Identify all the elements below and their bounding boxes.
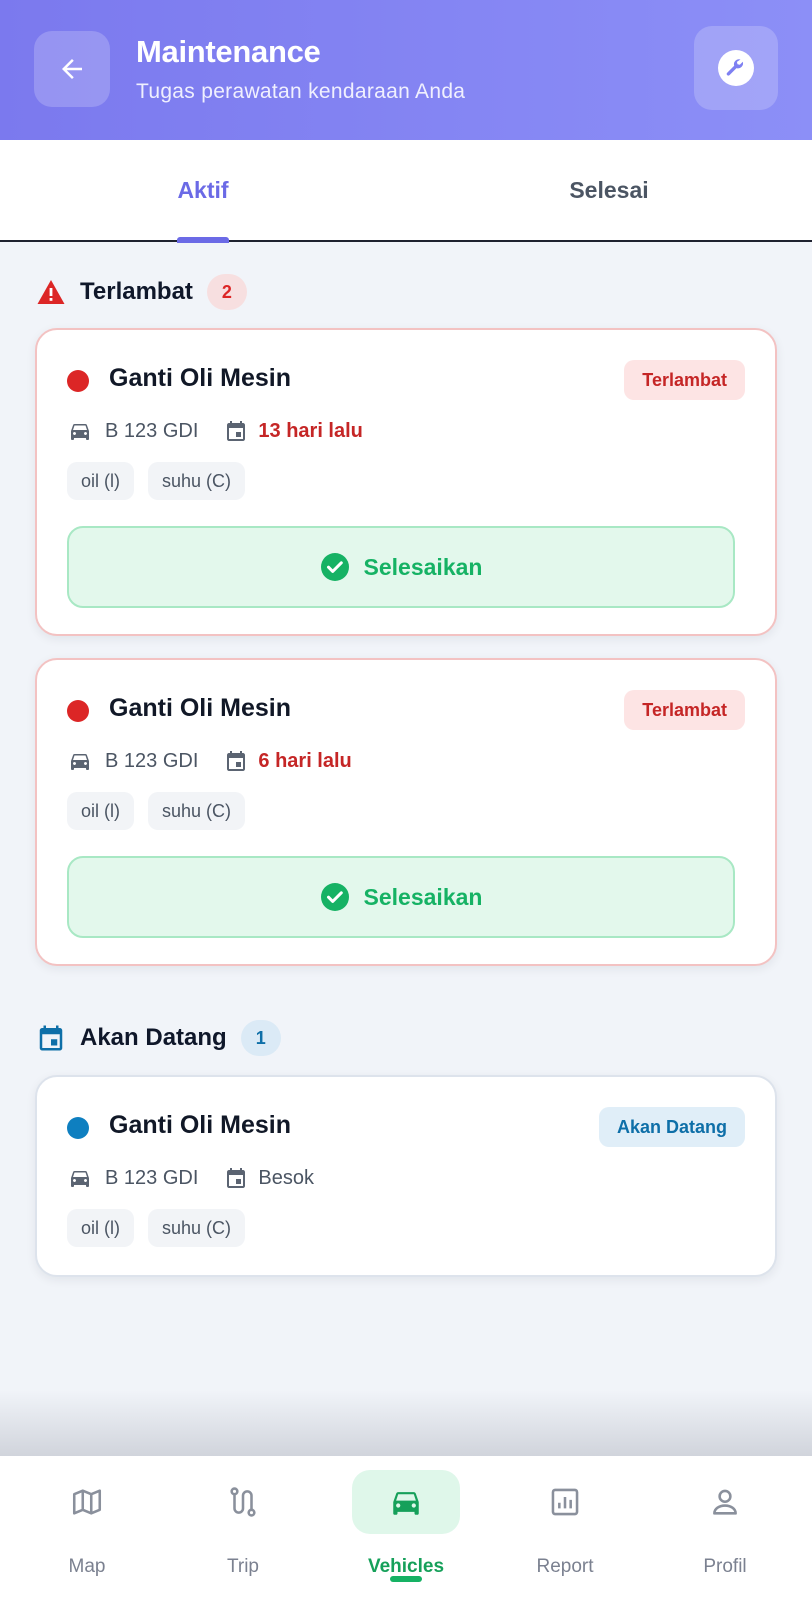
due-text: 6 hari lalu <box>258 749 352 772</box>
warning-icon <box>37 280 65 304</box>
nav-item-report[interactable]: Report <box>484 1456 646 1600</box>
task-title: Ganti Oli Mesin <box>109 694 291 722</box>
section-title: Akan Datang <box>80 1024 227 1051</box>
car-icon <box>67 419 93 443</box>
tab-selesai[interactable]: Selesai <box>406 140 812 240</box>
complete-button-label: Selesaikan <box>363 553 483 580</box>
nav-item-profil[interactable]: Profil <box>644 1456 806 1600</box>
complete-button[interactable]: Selesaikan <box>67 856 735 938</box>
status-dot <box>67 370 89 392</box>
maintenance-card[interactable]: Ganti Oli Mesin Akan Datang B 123 GDI Be… <box>35 1075 777 1277</box>
task-meta: B 123 GDI 6 hari lalu <box>67 744 352 778</box>
nav-item-map[interactable]: Map <box>6 1456 168 1600</box>
vehicle-plate: B 123 GDI <box>105 749 199 772</box>
check-circle-icon <box>320 553 349 581</box>
status-dot <box>67 1117 89 1139</box>
task-title: Ganti Oli Mesin <box>109 1111 291 1139</box>
calendar-icon <box>224 1166 248 1190</box>
complete-button-label: Selesaikan <box>363 883 483 910</box>
tag: suhu (C) <box>148 1209 246 1247</box>
nav-shadow <box>0 1390 812 1458</box>
tag-list: oil (l) suhu (C) <box>67 1209 259 1247</box>
complete-button[interactable]: Selesaikan <box>67 526 735 608</box>
status-dot <box>67 700 89 722</box>
maintenance-tool-button[interactable] <box>694 26 778 110</box>
tag-list: oil (l) suhu (C) <box>67 792 259 830</box>
tag: suhu (C) <box>148 462 246 500</box>
page-title: Maintenance <box>136 34 321 69</box>
tab-bar: Aktif Selesai <box>0 140 812 242</box>
task-meta: B 123 GDI 13 hari lalu <box>67 414 363 448</box>
section-header-upcoming: Akan Datang 1 <box>36 1020 281 1056</box>
arrow-left-icon <box>62 59 82 79</box>
count-badge: 1 <box>240 1020 281 1056</box>
maintenance-card[interactable]: Ganti Oli Mesin Terlambat B 123 GDI 13 h… <box>35 328 777 636</box>
nav-label: Report <box>536 1556 594 1577</box>
app-header: Maintenance Tugas perawatan kendaraan An… <box>0 0 812 140</box>
vehicle-plate: B 123 GDI <box>105 1166 199 1189</box>
section-title: Terlambat <box>80 278 193 305</box>
car-icon <box>67 749 93 773</box>
nav-label: Map <box>68 1556 106 1577</box>
map-icon <box>72 1489 102 1515</box>
active-nav-indicator <box>390 1576 422 1582</box>
tag: oil (l) <box>67 462 134 500</box>
vehicle-plate: B 123 GDI <box>105 419 199 442</box>
tab-aktif[interactable]: Aktif <box>0 140 406 240</box>
status-badge: Terlambat <box>624 690 745 730</box>
due-text: 13 hari lalu <box>258 419 363 442</box>
calendar-icon <box>224 749 248 773</box>
nav-label: Trip <box>226 1556 260 1577</box>
section-header-overdue: Terlambat 2 <box>36 274 247 310</box>
maintenance-card[interactable]: Ganti Oli Mesin Terlambat B 123 GDI 6 ha… <box>35 658 777 966</box>
calendar-icon <box>39 1025 63 1051</box>
status-badge: Terlambat <box>624 360 745 400</box>
nav-item-trip[interactable]: Trip <box>162 1456 324 1600</box>
bar-chart-icon <box>551 1488 579 1516</box>
due-text: Besok <box>258 1166 314 1189</box>
tag: oil (l) <box>67 792 134 830</box>
task-meta: B 123 GDI Besok <box>67 1161 314 1195</box>
active-tab-indicator <box>177 237 229 243</box>
check-circle-icon <box>320 883 349 911</box>
car-icon <box>67 1166 93 1190</box>
calendar-icon <box>224 419 248 443</box>
tag-list: oil (l) suhu (C) <box>67 462 259 500</box>
tag: suhu (C) <box>148 792 246 830</box>
status-badge: Akan Datang <box>598 1107 745 1147</box>
car-icon <box>393 1492 419 1515</box>
count-badge: 2 <box>206 274 247 310</box>
page-subtitle: Tugas perawatan kendaraan Anda <box>136 80 466 103</box>
route-icon <box>230 1487 256 1517</box>
nav-label: Profil <box>703 1556 747 1577</box>
wrench-icon <box>718 50 754 86</box>
tag: oil (l) <box>67 1209 134 1247</box>
nav-label: Vehicles <box>367 1556 445 1577</box>
task-title: Ganti Oli Mesin <box>109 364 291 392</box>
back-button[interactable] <box>34 31 110 107</box>
person-icon <box>713 1489 737 1515</box>
